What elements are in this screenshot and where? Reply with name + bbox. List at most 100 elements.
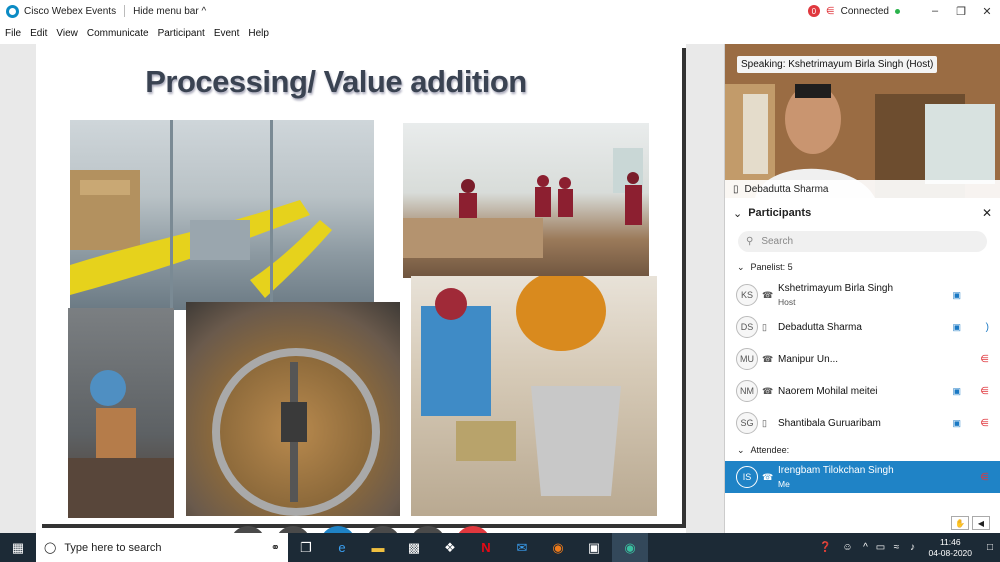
menu-file[interactable]: File — [5, 28, 21, 39]
netflix-icon[interactable]: N — [468, 533, 504, 562]
battery-icon[interactable]: ▭ — [873, 542, 889, 553]
audio-settings-icon[interactable]: ◀ — [972, 516, 990, 530]
video-icon: ▣ — [952, 417, 961, 428]
collapse-icon[interactable]: ⌄ — [733, 207, 742, 220]
machine-photo — [68, 308, 174, 518]
roasting-drum-photo — [186, 302, 400, 516]
chevron-up-icon[interactable]: ^ — [859, 542, 873, 553]
phone-icon: ▯ — [733, 183, 739, 195]
app-icon[interactable]: ▣ — [576, 533, 612, 562]
system-tray: ❓ ☺ ^ ▭ ≈ ♪ 11:46 04-08-2020 □ — [815, 533, 1000, 562]
avatar: SG — [736, 412, 758, 434]
menu-participant[interactable]: Participant — [158, 28, 205, 39]
participant-name: Shantibala Guruaribam — [778, 417, 881, 429]
mic-muted-icon: ⋹ — [980, 353, 989, 365]
participant-row[interactable]: KS ☎ Kshetrimayum Birla Singh Host ▣ — [725, 280, 1000, 310]
panel-footer: ✋ ◀ — [948, 516, 990, 530]
participants-header: ⌄ Participants ✕ — [725, 204, 1000, 222]
participant-row[interactable]: MU ☎ Manipur Un... ⋹ — [725, 344, 1000, 374]
audio-icon: ☎ — [762, 471, 774, 482]
dropbox-icon[interactable]: ❖ — [432, 533, 468, 562]
clock[interactable]: 11:46 04-08-2020 — [929, 537, 972, 559]
participant-row[interactable]: DS ▯ Debadutta Sharma ▣ ) — [725, 312, 1000, 342]
phone-icon: ▯ — [762, 321, 767, 332]
task-view-icon[interactable]: ❐ — [288, 533, 324, 562]
video-name-bar: ▯ Debadutta Sharma — [725, 180, 1000, 198]
participant-search-input[interactable]: ⚲ Search — [738, 231, 987, 252]
participant-name: Naorem Mohilal meitei — [778, 385, 878, 397]
search-icon: ⚲ — [746, 236, 754, 247]
hide-menu-bar-button[interactable]: Hide menu bar ^ — [133, 6, 206, 17]
workers-photo — [403, 123, 649, 278]
participant-role: Me — [778, 479, 790, 489]
restore-icon[interactable]: ❐ — [948, 5, 974, 18]
firefox-icon[interactable]: ◉ — [540, 533, 576, 562]
panelist-group[interactable]: ⌄ Panelist: 5 — [725, 259, 1000, 275]
help-icon[interactable]: ❓ — [815, 542, 837, 553]
mail-icon[interactable]: ✉ — [504, 533, 540, 562]
mic-muted-icon: ⋹ — [980, 417, 989, 429]
file-explorer-icon[interactable]: ▬ — [360, 533, 396, 562]
avatar: DS — [736, 316, 758, 338]
avatar: KS — [736, 284, 758, 306]
connection-status: Connected — [840, 5, 889, 17]
cortana-icon: ◯ — [44, 542, 57, 554]
attendee-group[interactable]: ⌄ Attendee: — [725, 442, 1000, 458]
menu-bar: File Edit View Communicate Participant E… — [0, 22, 1000, 44]
title-bar: Cisco Webex Events Hide menu bar ^ 0 ⋹ C… — [0, 0, 1000, 22]
audio-icon: ☎ — [762, 353, 774, 364]
phone-icon: ▯ — [762, 417, 767, 428]
avatar: NM — [736, 380, 758, 402]
edge-icon[interactable]: e — [324, 533, 360, 562]
bottling-line-photo — [70, 120, 374, 310]
menu-view[interactable]: View — [56, 28, 78, 39]
chevron-down-icon: ⌄ — [737, 261, 745, 272]
participant-row[interactable]: NM ☎ Naorem Mohilal meitei ▣ ⋹ — [725, 376, 1000, 406]
participant-row[interactable]: SG ▯ Shantibala Guruaribam ▣ ⋹ — [725, 408, 1000, 438]
presentation-slide: Processing/ Value addition — [36, 44, 686, 533]
muted-mic-icon[interactable]: ⋹ — [826, 6, 835, 17]
wifi-icon[interactable]: ≈ — [889, 542, 905, 553]
video-icon: ▣ — [952, 385, 961, 396]
participant-name: Manipur Un... — [778, 353, 839, 365]
webex-logo-icon — [6, 4, 19, 18]
taskbar-search-input[interactable]: ◯ Type here to search ⚭ — [36, 533, 288, 562]
video-icon: ▣ — [952, 321, 961, 332]
app-title: Cisco Webex Events — [24, 5, 117, 17]
participant-row-self[interactable]: IS ☎ Irengbam Tilokchan Singh Me ⋹ — [725, 461, 1000, 493]
avatar: MU — [736, 348, 758, 370]
participant-name: Kshetrimayum Birla Singh — [778, 283, 894, 294]
side-panel: Speaking: Kshetrimayum Birla Singh (Host… — [724, 44, 1000, 533]
video-icon: ▣ — [952, 289, 961, 300]
slide-title: Processing/ Value addition — [145, 64, 527, 99]
panelist-count: Panelist: 5 — [750, 262, 793, 272]
video-participant-name: Debadutta Sharma — [744, 183, 829, 195]
mic-muted-icon: ⋹ — [980, 385, 989, 397]
participant-name: Debadutta Sharma — [778, 321, 862, 333]
notifications-icon[interactable]: □ — [980, 542, 1000, 553]
close-panel-icon[interactable]: ✕ — [982, 206, 992, 220]
webex-taskbar-icon[interactable]: ◉ — [612, 533, 648, 562]
pouring-photo — [411, 276, 657, 516]
raise-hand-icon[interactable]: ✋ — [951, 516, 969, 530]
menu-communicate[interactable]: Communicate — [87, 28, 149, 39]
menu-event[interactable]: Event — [214, 28, 240, 39]
store-icon[interactable]: ▩ — [396, 533, 432, 562]
chevron-down-icon: ⌄ — [737, 444, 745, 455]
people-icon[interactable]: ☺ — [837, 542, 859, 553]
menu-edit[interactable]: Edit — [30, 28, 47, 39]
menu-help[interactable]: Help — [248, 28, 269, 39]
search-placeholder: Search — [761, 236, 794, 247]
clock-time: 11:46 — [939, 536, 961, 547]
volume-icon[interactable]: ♪ — [905, 542, 921, 553]
minimize-icon[interactable]: – — [922, 5, 948, 17]
participant-name: Irengbam Tilokchan Singh — [778, 465, 894, 476]
mic-on-icon: ) — [985, 321, 989, 333]
close-window-icon[interactable]: ✕ — [974, 5, 1000, 18]
attendee-count: Attendee: — [750, 445, 790, 455]
divider — [124, 5, 126, 17]
recording-badge: 0 — [807, 5, 820, 17]
content-stage: Processing/ Value addition — [0, 44, 724, 562]
windows-start-icon[interactable]: ▦ — [0, 533, 36, 562]
clock-date: 04-08-2020 — [928, 547, 972, 558]
